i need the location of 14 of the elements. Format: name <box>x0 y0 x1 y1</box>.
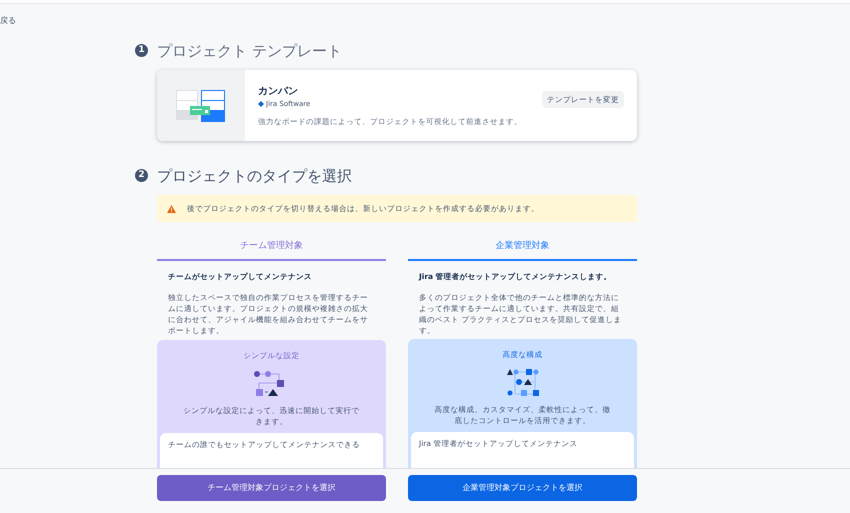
select-project-button[interactable]: 企業管理対象プロジェクトを選択 <box>408 475 637 501</box>
back-link[interactable]: 戻る <box>0 15 16 27</box>
column-heading: チーム管理対象 <box>157 236 386 261</box>
workflow-icon <box>506 368 538 396</box>
section-title: プロジェクト テンプレート <box>157 41 343 62</box>
product-logo-icon <box>258 101 264 108</box>
column-heading: 企業管理対象 <box>408 236 637 261</box>
step-number: 1 <box>135 44 148 57</box>
warning-icon <box>167 204 176 212</box>
board-illustration <box>176 90 226 122</box>
select-project-button[interactable]: チーム管理対象プロジェクトを選択 <box>157 475 386 501</box>
section-title: プロジェクトのタイプを選択 <box>157 166 353 187</box>
step-number: 2 <box>135 169 148 182</box>
template-name: カンバン <box>258 85 299 100</box>
